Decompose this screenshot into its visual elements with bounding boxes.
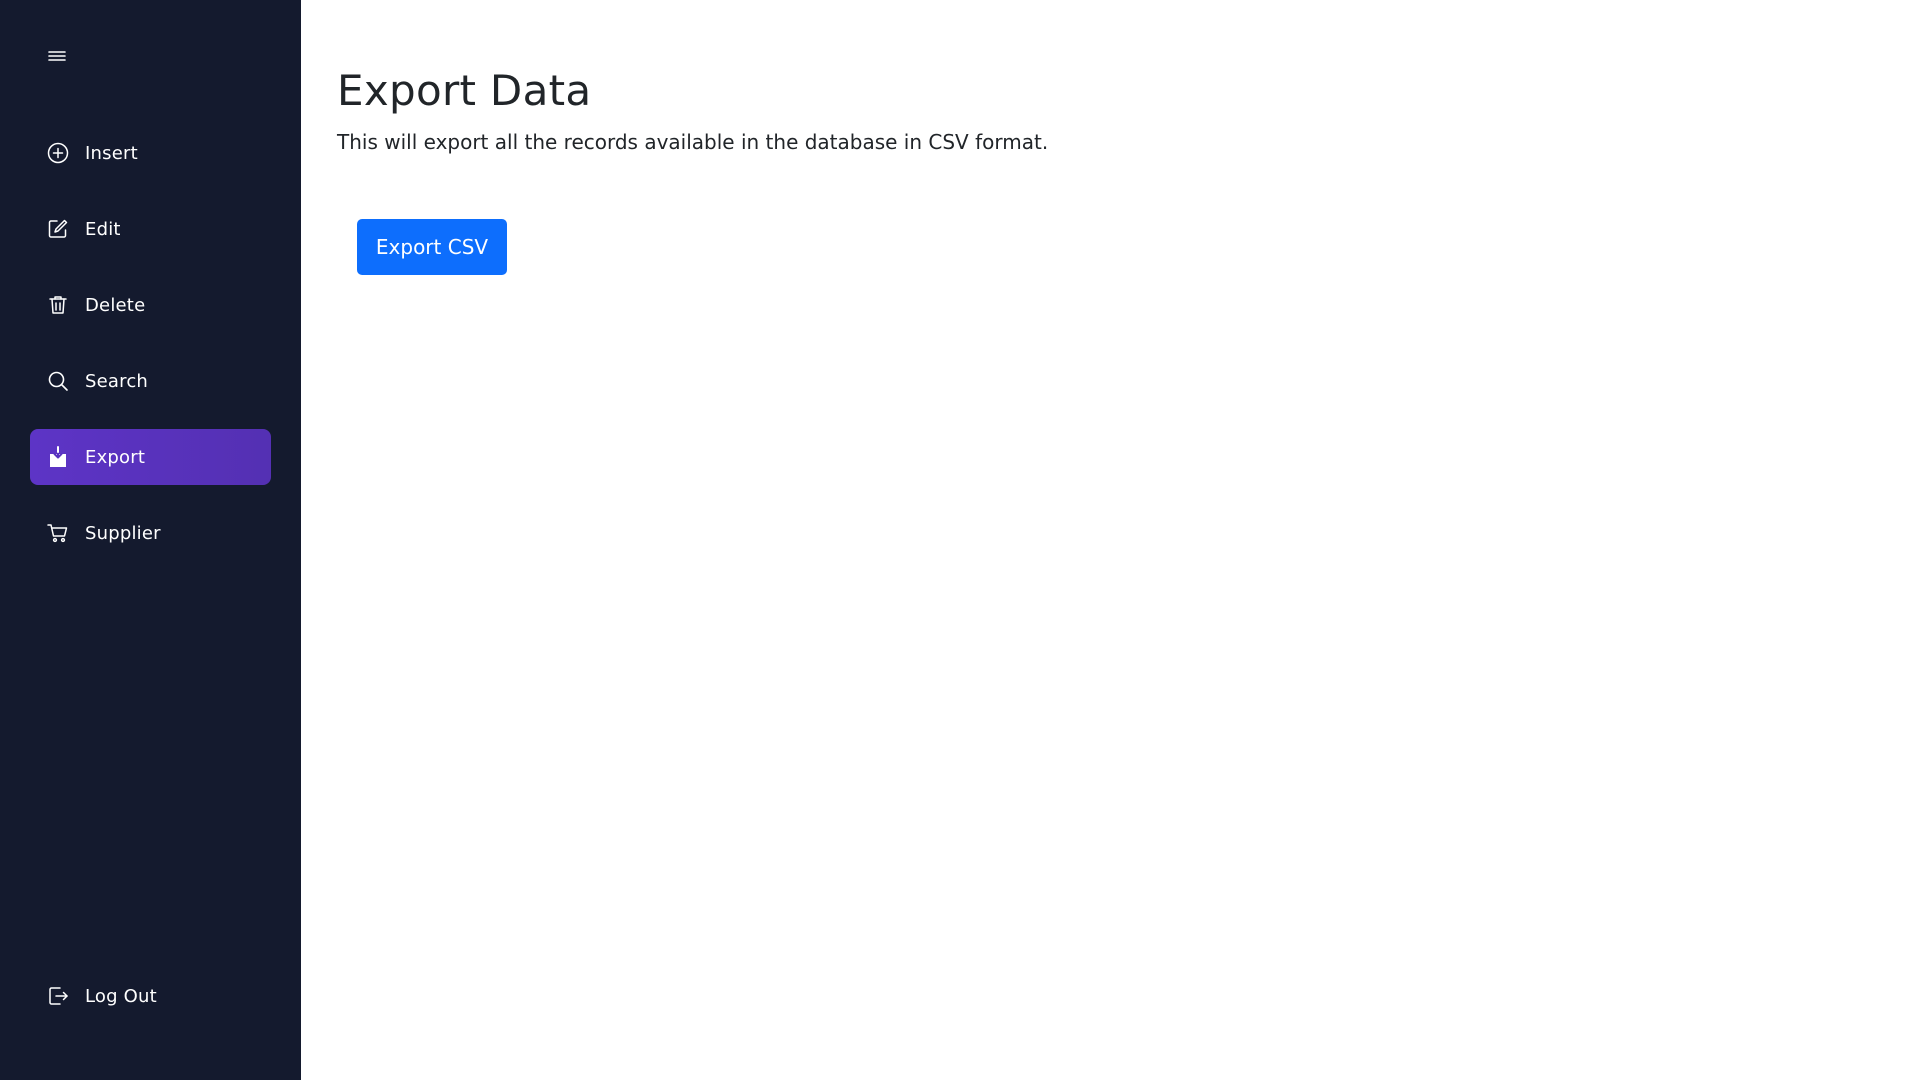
hamburger-menu-icon[interactable]: [47, 48, 67, 64]
sidebar-item-edit[interactable]: Edit: [30, 201, 271, 257]
sidebar-item-delete[interactable]: Delete: [30, 277, 271, 333]
main-content: Export Data This will export all the rec…: [301, 0, 1920, 1080]
sidebar-item-insert[interactable]: Insert: [30, 125, 271, 181]
sidebar: Insert Edit Delete Search Export Supplie…: [0, 0, 301, 1080]
sidebar-item-label: Search: [85, 370, 149, 392]
edit-square-icon: [46, 217, 70, 241]
export-download-icon: [46, 445, 70, 469]
search-icon: [46, 369, 70, 393]
sidebar-item-export[interactable]: Export: [30, 429, 271, 485]
page-title: Export Data: [337, 66, 592, 115]
trash-icon: [46, 293, 70, 317]
sidebar-item-logout[interactable]: Log Out: [30, 968, 271, 1024]
page-description: This will export all the records availab…: [337, 130, 1049, 154]
sidebar-item-label: Delete: [85, 294, 146, 316]
cart-icon: [46, 521, 70, 545]
app-root: Insert Edit Delete Search Export Supplie…: [0, 0, 1920, 1080]
export-csv-button[interactable]: Export CSV: [357, 219, 507, 275]
logout-icon: [46, 984, 70, 1008]
sidebar-item-label: Insert: [85, 142, 138, 164]
sidebar-item-label: Log Out: [85, 985, 157, 1007]
sidebar-item-label: Edit: [85, 218, 121, 240]
sidebar-item-supplier[interactable]: Supplier: [30, 505, 271, 561]
sidebar-item-label: Export: [85, 446, 146, 468]
plus-circle-icon: [46, 141, 70, 165]
sidebar-item-label: Supplier: [85, 522, 161, 544]
sidebar-item-search[interactable]: Search: [30, 353, 271, 409]
